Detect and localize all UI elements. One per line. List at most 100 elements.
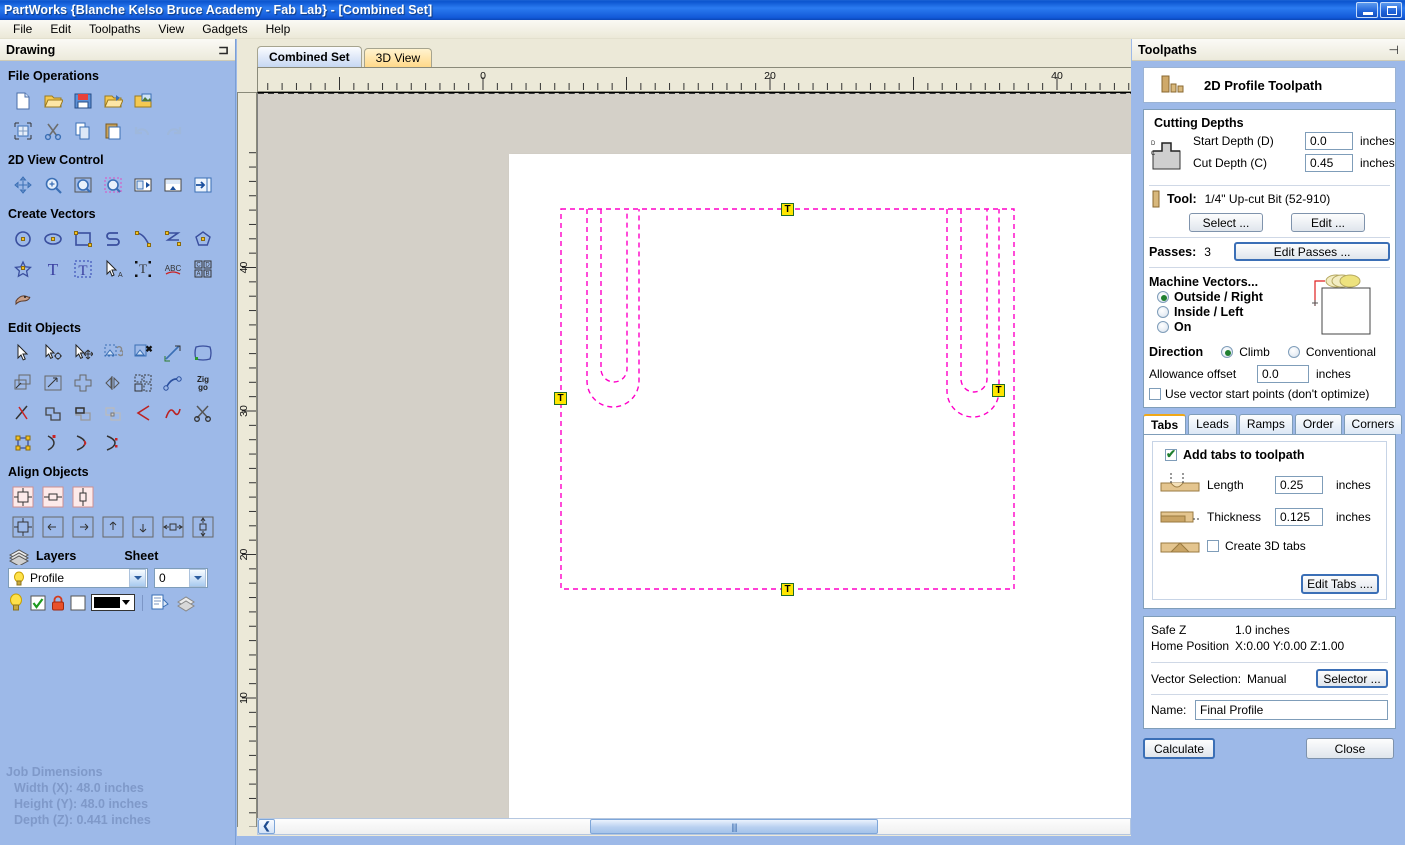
radio-on[interactable] — [1157, 321, 1169, 333]
nest-icon[interactable]: Zig go — [188, 369, 218, 397]
align-to-selection-icon[interactable] — [8, 513, 38, 541]
lock-icon[interactable] — [51, 594, 65, 612]
node-edit-icon[interactable] — [38, 339, 68, 367]
create-3d-tabs-row[interactable]: Create 3D tabs — [1159, 535, 1380, 557]
tab-corners[interactable]: Corners — [1343, 414, 1403, 434]
paste-icon[interactable] — [98, 117, 128, 145]
edit-tabs-button[interactable]: Edit Tabs .... — [1301, 574, 1379, 594]
maximize-button[interactable] — [1380, 2, 1402, 18]
group-icon[interactable] — [98, 339, 128, 367]
import-icon[interactable] — [128, 87, 158, 115]
align-top-icon[interactable] — [98, 513, 128, 541]
subtract-icon[interactable] — [68, 399, 98, 427]
align-right-icon[interactable] — [68, 513, 98, 541]
text-on-curve-icon[interactable]: T — [128, 255, 158, 283]
star-icon[interactable] — [8, 255, 38, 283]
align-center-horizontal-icon[interactable] — [38, 483, 68, 511]
horizontal-scrollbar[interactable]: ❮ |||| — [257, 818, 1131, 835]
scroll-thumb[interactable]: |||| — [590, 819, 878, 834]
menu-item-edit[interactable]: Edit — [41, 20, 80, 38]
open-folder-icon[interactable] — [38, 87, 68, 115]
align-bottom-icon[interactable] — [128, 513, 158, 541]
chevron-down-icon[interactable] — [129, 569, 146, 587]
zoom-selected-icon[interactable] — [128, 171, 158, 199]
zoom-box-icon[interactable] — [98, 171, 128, 199]
toolpath-name-input[interactable]: Final Profile — [1195, 700, 1388, 720]
tab-leads[interactable]: Leads — [1188, 414, 1237, 434]
tool-edit-button[interactable]: Edit ... — [1291, 213, 1365, 232]
job-setup-icon[interactable] — [8, 117, 38, 145]
copy-icon[interactable] — [68, 117, 98, 145]
checkbox-create-3d-tabs[interactable] — [1207, 540, 1219, 552]
menu-item-file[interactable]: File — [4, 20, 41, 38]
weld-icon[interactable] — [38, 399, 68, 427]
layer-properties-icon[interactable] — [150, 593, 170, 612]
curve-icon[interactable] — [158, 225, 188, 253]
space-horizontal-icon[interactable] — [158, 513, 188, 541]
align-center-icon[interactable] — [68, 369, 98, 397]
move-icon[interactable] — [68, 339, 98, 367]
node-points-icon[interactable] — [8, 429, 38, 457]
scissors-icon[interactable] — [188, 399, 218, 427]
select-icon[interactable] — [8, 339, 38, 367]
zoom-in-icon[interactable] — [38, 171, 68, 199]
dimension-icon[interactable]: CDAB — [188, 255, 218, 283]
tool-select-button[interactable]: Select ... — [1189, 213, 1263, 232]
array-copy-icon[interactable] — [128, 369, 158, 397]
tab-thickness-input[interactable]: 0.125 — [1275, 508, 1323, 526]
tab-marker[interactable]: T — [554, 392, 567, 405]
radio-outside-right[interactable] — [1157, 291, 1169, 303]
cut-icon[interactable] — [38, 117, 68, 145]
rectangle-icon[interactable] — [68, 225, 98, 253]
tab-ramps[interactable]: Ramps — [1238, 414, 1293, 434]
fit-curve-icon[interactable] — [158, 399, 188, 427]
machine-vectors-option-inside[interactable]: Inside / Left — [1157, 305, 1306, 319]
tab-3d-view[interactable]: 3D View — [363, 48, 433, 67]
tab-marker[interactable]: T — [781, 583, 794, 596]
tab-order[interactable]: Order — [1294, 414, 1342, 434]
add-tabs-row[interactable]: Add tabs to toolpath — [1165, 447, 1380, 462]
close-button[interactable]: Close — [1306, 738, 1394, 759]
scroll-left-button[interactable]: ❮ — [258, 819, 275, 834]
sheet-select[interactable]: 0 — [154, 568, 208, 588]
calculate-button[interactable]: Calculate — [1143, 738, 1215, 759]
text-on-arc-icon[interactable]: ABC — [158, 255, 188, 283]
intersect-icon[interactable] — [98, 399, 128, 427]
pin-icon[interactable]: ⊣ — [1389, 43, 1399, 57]
measure-icon[interactable] — [158, 339, 188, 367]
lightbulb-icon[interactable] — [8, 593, 25, 612]
join-vectors-icon[interactable] — [158, 369, 188, 397]
edit-passes-button[interactable]: Edit Passes ... — [1234, 242, 1390, 261]
toggle-panel-icon[interactable] — [188, 171, 218, 199]
tab-length-input[interactable]: 0.25 — [1275, 476, 1323, 494]
menu-item-toolpaths[interactable]: Toolpaths — [80, 20, 149, 38]
layer-select[interactable]: Profile — [8, 568, 148, 588]
start-depth-input[interactable]: 0.0 — [1305, 132, 1353, 150]
insert-point-icon[interactable] — [98, 429, 128, 457]
tab-tabs[interactable]: Tabs — [1143, 414, 1187, 434]
align-left-icon[interactable] — [38, 513, 68, 541]
curve-end-icon[interactable] — [68, 429, 98, 457]
machine-vectors-option-on[interactable]: On — [1157, 320, 1306, 334]
machine-vectors-option-outside[interactable]: Outside / Right — [1157, 290, 1306, 304]
circle-icon[interactable] — [8, 225, 38, 253]
distort-icon[interactable] — [188, 339, 218, 367]
radio-conventional[interactable] — [1287, 346, 1300, 358]
text-select-icon[interactable]: AB — [98, 255, 128, 283]
polygon-icon[interactable] — [188, 225, 218, 253]
fillet-icon[interactable] — [128, 399, 158, 427]
scale-icon[interactable] — [38, 369, 68, 397]
undo-icon[interactable] — [128, 117, 158, 145]
save-icon[interactable] — [68, 87, 98, 115]
tab-marker[interactable]: T — [992, 384, 1005, 397]
chevron-down-icon[interactable] — [189, 569, 206, 587]
swatch-icon[interactable] — [70, 595, 86, 611]
selector-button[interactable]: Selector ... — [1316, 669, 1388, 688]
minimize-button[interactable] — [1356, 2, 1378, 18]
start-points-row[interactable]: Use vector start points (don't optimize) — [1149, 387, 1390, 401]
zoom-extents-icon[interactable] — [68, 171, 98, 199]
curve-start-icon[interactable] — [38, 429, 68, 457]
radio-inside-left[interactable] — [1157, 306, 1169, 318]
merge-layers-icon[interactable] — [175, 593, 197, 612]
canvas-area[interactable]: T T T T T T T T T T T T T T T T T T T T … — [257, 92, 1131, 827]
